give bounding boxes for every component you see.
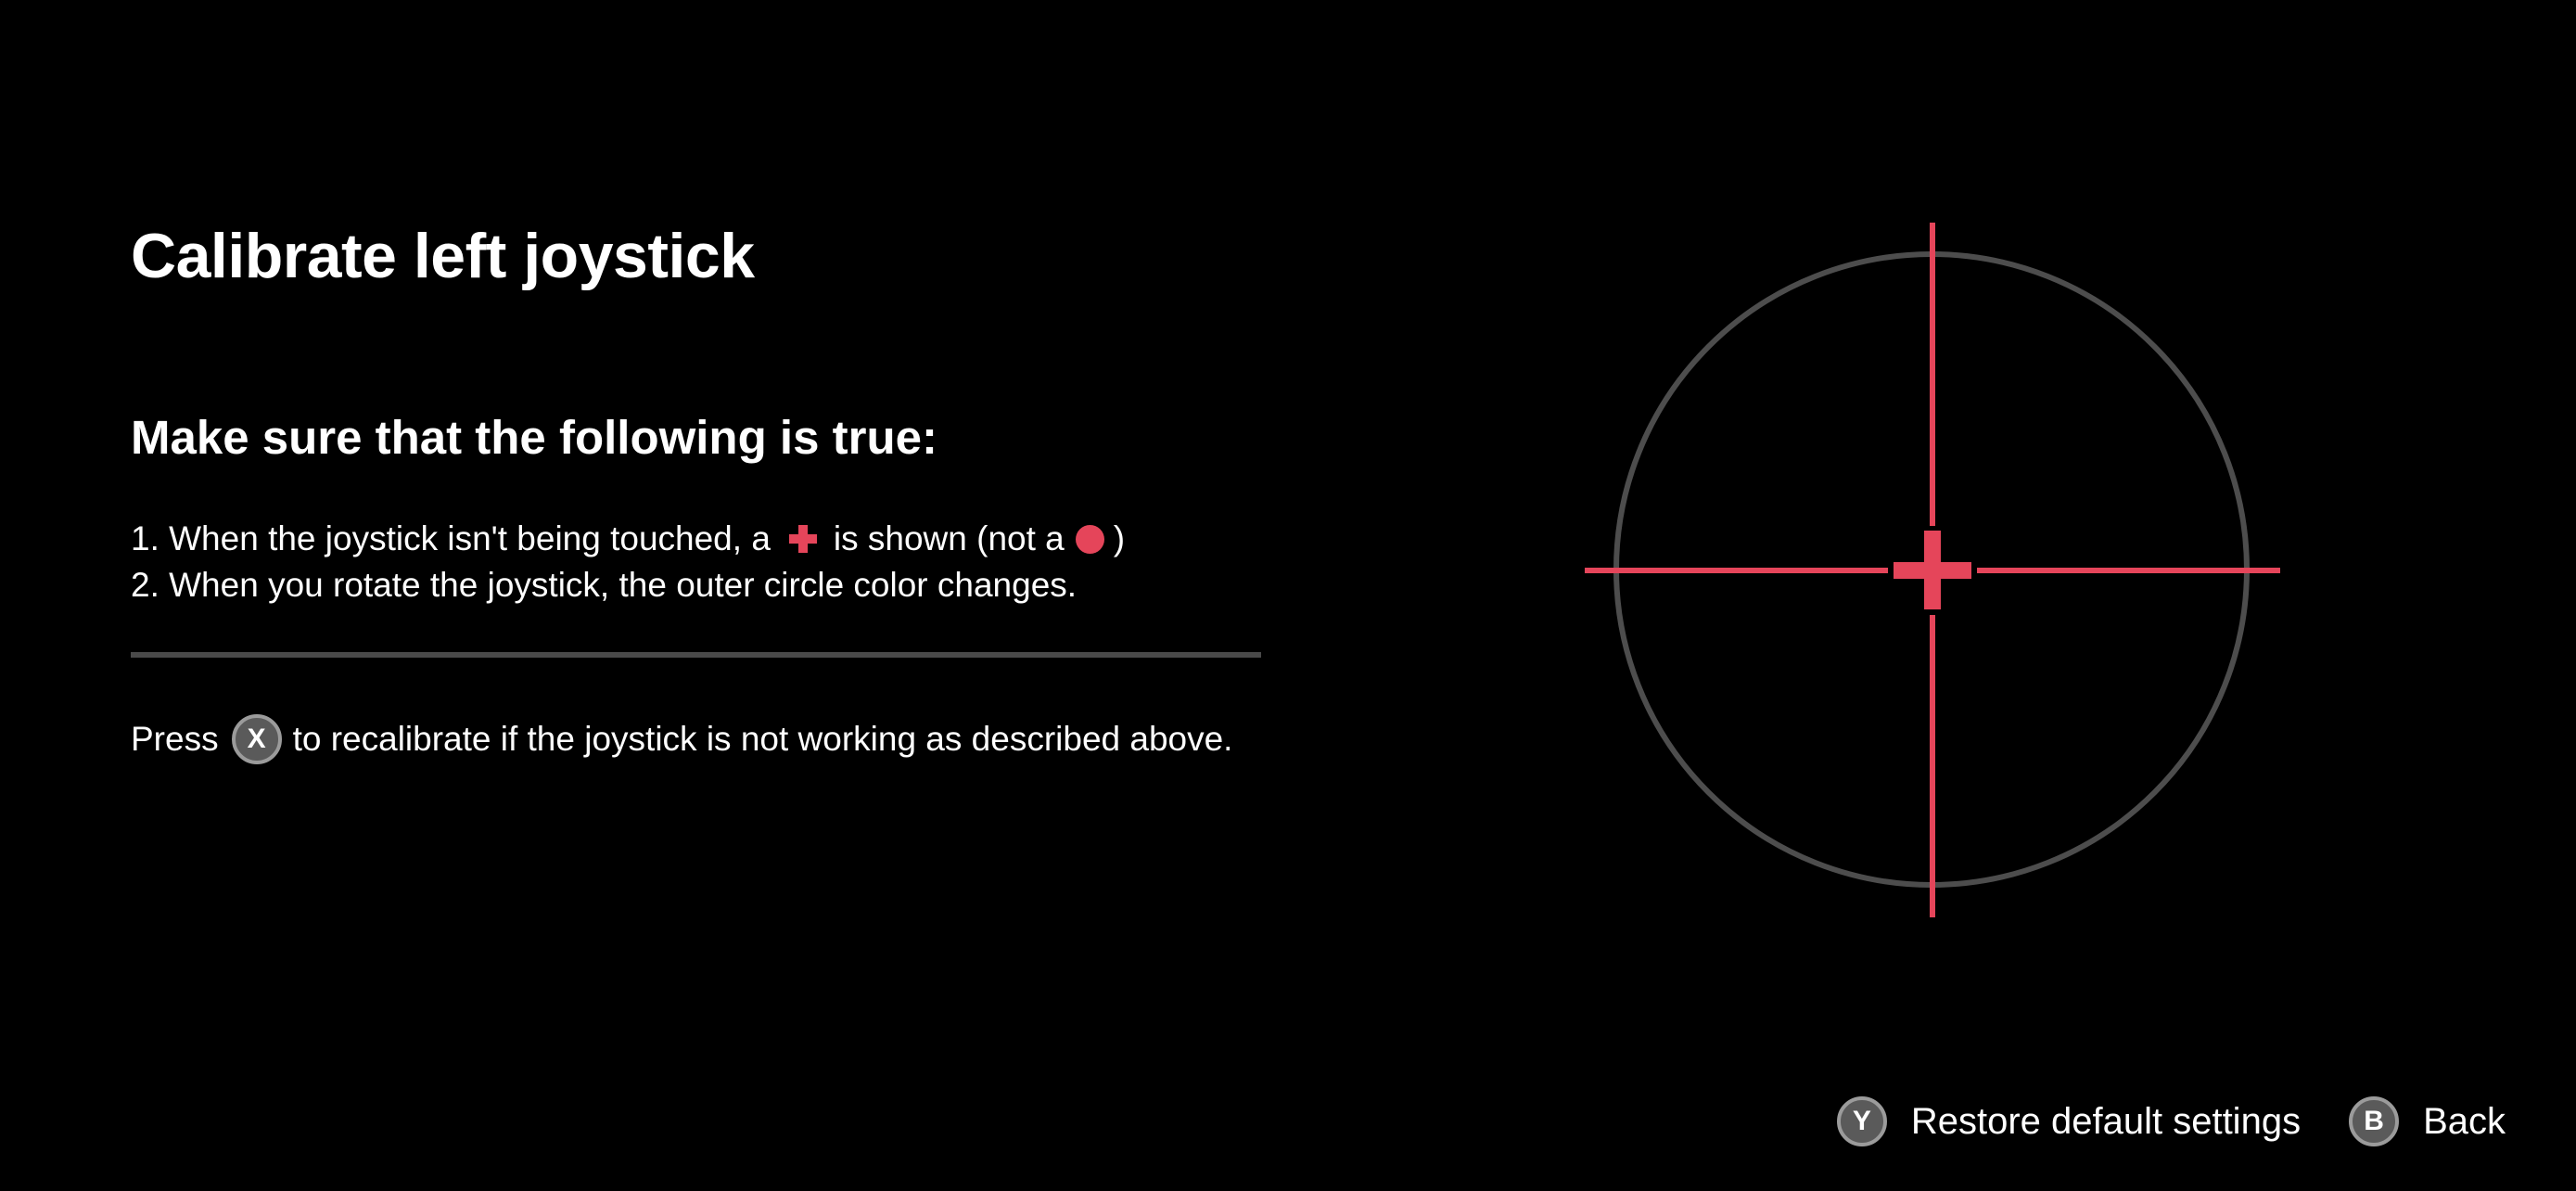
checklist-item-1-text-middle: is shown (not a	[833, 519, 1065, 557]
restore-defaults-button[interactable]: Y Restore default settings	[1836, 1096, 2302, 1146]
page-title: Calibrate left joystick	[131, 221, 755, 291]
crosshair-vertical-bottom	[1930, 615, 1935, 917]
checklist-item-1-text-start: 1. When the joystick isn't being touched…	[131, 519, 771, 557]
checklist-item-1-text-end: )	[1113, 519, 1126, 557]
b-button-icon: B	[2349, 1096, 2400, 1146]
checklist: 1. When the joystick isn't being touched…	[131, 516, 1125, 608]
outer-circle	[1613, 251, 2250, 888]
marker-plus-vertical	[1924, 531, 1941, 609]
checklist-item-2: 2. When you rotate the joystick, the out…	[131, 562, 1125, 608]
checklist-item-1: 1. When the joystick isn't being touched…	[131, 516, 1125, 562]
recalibrate-text-start: Press	[131, 720, 219, 758]
back-button[interactable]: B Back	[2349, 1096, 2506, 1146]
red-plus-icon	[788, 525, 817, 553]
joystick-position-marker	[1894, 531, 1971, 609]
recalibrate-instruction: Press X to recalibrate if the joystick i…	[131, 714, 1232, 764]
crosshair-horizontal-left	[1585, 568, 1888, 573]
recalibrate-text-end: to recalibrate if the joystick is not wo…	[292, 720, 1233, 758]
crosshair-vertical-top	[1930, 223, 1935, 526]
restore-defaults-label: Restore default settings	[1910, 1100, 2302, 1142]
checklist-item-2-text: 2. When you rotate the joystick, the out…	[131, 566, 1078, 604]
x-button-icon[interactable]: X	[231, 714, 282, 764]
marker-plus-horizontal	[1894, 562, 1971, 579]
checklist-heading: Make sure that the following is true:	[131, 411, 937, 464]
back-label: Back	[2423, 1100, 2506, 1142]
footer-actions: Y Restore default settings B Back	[1836, 1096, 2506, 1146]
divider	[131, 652, 1261, 658]
red-dot-icon	[1075, 524, 1104, 554]
crosshair-horizontal-right	[1977, 568, 2280, 573]
y-button-icon: Y	[1836, 1096, 1887, 1146]
